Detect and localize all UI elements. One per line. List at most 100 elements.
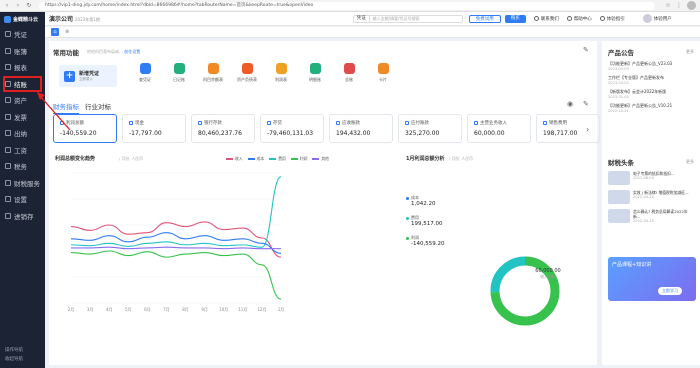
sidebar-item-label: 税务 <box>14 163 27 172</box>
indicator-icon <box>543 121 547 125</box>
legend-item[interactable]: 费用 <box>269 156 286 162</box>
quick-function-7[interactable]: 卡片 <box>371 63 395 83</box>
quick-function-5[interactable]: 明细账 <box>303 63 327 83</box>
sidebar-item-4[interactable]: 资产 <box>0 92 45 109</box>
sidebar-item-11[interactable]: 进销存 <box>0 208 45 225</box>
banner-button[interactable]: 立即学习 <box>658 287 682 295</box>
sidebar-item-6[interactable]: 出纳 <box>0 125 45 142</box>
quick-function-label: 卡片 <box>379 77 387 82</box>
collapse-nav-link[interactable]: 收起导航 <box>5 355 23 364</box>
notice-item[interactable]: 【功能更新】产品更新公告_V10.21 2022-10-21 <box>608 103 694 113</box>
closing-icon <box>5 80 11 87</box>
global-search[interactable]: 凭证 输入金额/摘要/凭证号搜索 <box>352 14 463 23</box>
quick-function-1[interactable]: 日记账 <box>167 63 191 83</box>
forward-icon[interactable]: › <box>14 2 22 10</box>
tab-financial-indicators[interactable]: 财务指标 <box>53 101 79 114</box>
sidebar-item-5[interactable]: 发票 <box>0 109 45 126</box>
quick-function-icon <box>343 63 355 74</box>
buy-button[interactable]: 购买 <box>504 14 526 23</box>
extensions-icon[interactable]: ⋮ <box>675 2 683 10</box>
indicator-card[interactable]: 销售费用 198,717.00 <box>536 114 600 143</box>
nav-list: 凭证账簿报表 结账 资产 发票 出纳 工资税务财税服务 设置 进销存 <box>0 26 45 224</box>
search-type-select[interactable]: 凭证 <box>354 15 370 22</box>
indicator-icon <box>198 121 202 125</box>
new-voucher-button[interactable]: + 新增凭证 立即录入 <box>59 65 117 87</box>
sidebar-item-3[interactable]: 结账 <box>3 75 42 92</box>
guide-link[interactable]: 体验指引 <box>599 16 625 22</box>
period-label: 2023年第1期 <box>75 17 100 22</box>
search-input[interactable]: 输入金额/摘要/凭证号搜索 <box>370 16 462 22</box>
next-arrow-icon[interactable]: › <box>586 125 589 134</box>
notice-more-link[interactable]: 更多 <box>686 49 694 55</box>
indicator-card[interactable]: 现金 -17,797.00 <box>122 114 186 143</box>
x-tick-label: 5月 <box>125 307 132 312</box>
free-trial-button[interactable]: 免费试用 <box>468 14 501 23</box>
headlines-more-link[interactable]: 更多 <box>686 159 694 165</box>
quick-function-3[interactable]: 资产负债表 <box>235 63 259 83</box>
close-tabs-icon[interactable]: ⊗ <box>65 29 69 35</box>
setting-link[interactable]: 前往设置 <box>124 49 140 54</box>
reload-icon[interactable]: ↻ <box>25 2 33 10</box>
sidebar-item-1[interactable]: 账簿 <box>0 43 45 60</box>
x-tick-label: 12月 <box>257 307 266 312</box>
sidebar-item-0[interactable]: 凭证 <box>0 26 45 43</box>
indicator-card[interactable]: 利润总额 -140,559.20 <box>53 114 117 143</box>
edit-icon[interactable]: ✎ <box>583 46 589 54</box>
cashier-icon <box>5 130 11 137</box>
help-center-link[interactable]: 帮助中心 <box>566 16 592 22</box>
indicator-card[interactable]: 应付账款 325,270.00 <box>398 114 462 143</box>
sidebar-item-9[interactable]: 财税服务 <box>0 175 45 192</box>
operation-nav-link[interactable]: 操作导航 <box>5 346 23 355</box>
ledger-icon <box>5 47 11 54</box>
legend-label: 利润 <box>299 156 308 161</box>
indicator-card[interactable]: 应收账款 194,432.00 <box>329 114 393 143</box>
banner-text: 产品课程+知识讲 <box>612 262 652 268</box>
quick-function-2[interactable]: 科目余额表 <box>201 63 225 83</box>
notice-item-date: 2022-10-21 <box>608 109 629 113</box>
common-functions-subtitle: 的地科目表布局或… 前往设置 <box>87 49 141 54</box>
notice-item[interactable]: 【新版发布】云会计2022年新版 2023-01-05 <box>608 89 694 99</box>
address-bar[interactable]: https://vip1-ding.jdy.com/home/index.htm… <box>39 1 655 10</box>
headline-item[interactable]: 电子专票的抵扣和抵扣... 2021-06-04 <box>608 171 694 185</box>
tab-industry-benchmark[interactable]: 行业对标 <box>85 101 111 114</box>
legend-item[interactable]: 其他 <box>312 156 329 162</box>
indicator-card[interactable]: 银行存款 80,460,237.76 <box>191 114 255 143</box>
indicator-label: 销售费用 <box>549 121 567 126</box>
legend-item[interactable]: 利润 <box>290 156 308 162</box>
back-icon[interactable]: ‹ <box>3 2 11 10</box>
indicator-card[interactable]: 存货 -79,460,131.03 <box>260 114 324 143</box>
sidebar-item-2[interactable]: 报表 <box>0 59 45 76</box>
indicator-value: 325,270.00 <box>405 130 440 137</box>
course-banner[interactable]: 产品课程+知识讲 立即学习 <box>608 257 696 301</box>
profile-avatar[interactable] <box>687 1 696 10</box>
indicator-card[interactable]: 主营业务收入 60,000.00 <box>467 114 531 143</box>
legend-item[interactable]: 成本 <box>247 156 264 162</box>
user-menu[interactable]: 体验用户 <box>633 14 672 23</box>
star-icon[interactable]: ☆ <box>664 2 672 10</box>
sidebar-item-8[interactable]: 税务 <box>0 158 45 175</box>
home-icon[interactable]: ⌂ <box>51 28 59 36</box>
logo-icon <box>4 15 11 23</box>
company-name[interactable]: 演示公司 2023年第1期 <box>49 14 100 23</box>
legend-item[interactable]: 收入 <box>226 156 243 162</box>
composition-item: 费用 199,517.00 <box>406 215 444 227</box>
sidebar-item-7[interactable]: 工资 <box>0 142 45 159</box>
eye-icon[interactable]: ◉ <box>567 100 573 108</box>
quick-function-icon <box>241 63 253 74</box>
headline-item[interactable]: 怎么确认? 税务总局解读2022年新... 2022-04-15 <box>608 209 694 223</box>
x-tick-label: 7月 <box>163 307 170 312</box>
right-panel: 产品公告 更多 【功能更新】产品更新公告_V23.03 2023-03-03 工作栏… <box>602 41 700 365</box>
edit-icon-2[interactable]: ✎ <box>583 100 589 108</box>
notice-item[interactable]: 工作栏【专业版】产品更新发布 2023-03-02 <box>608 75 694 85</box>
sidebar-item-label: 账簿 <box>14 47 27 56</box>
quick-function-4[interactable]: 利润表 <box>269 63 293 83</box>
quick-function-0[interactable]: 查凭证 <box>133 63 157 83</box>
quick-function-6[interactable]: 总账 <box>337 63 361 83</box>
headline-item[interactable]: 实效 | 新法律! 增值税附加减征... 2022-04-20 <box>608 190 694 204</box>
help-icon <box>566 16 572 21</box>
contact-us-link[interactable]: 联系我们 <box>533 16 559 22</box>
invoice-icon <box>5 113 11 120</box>
legend-swatch <box>226 158 233 160</box>
sidebar-item-10[interactable]: 设置 <box>0 191 45 208</box>
notice-item[interactable]: 【功能更新】产品更新公告_V23.03 2023-03-03 <box>608 61 694 71</box>
